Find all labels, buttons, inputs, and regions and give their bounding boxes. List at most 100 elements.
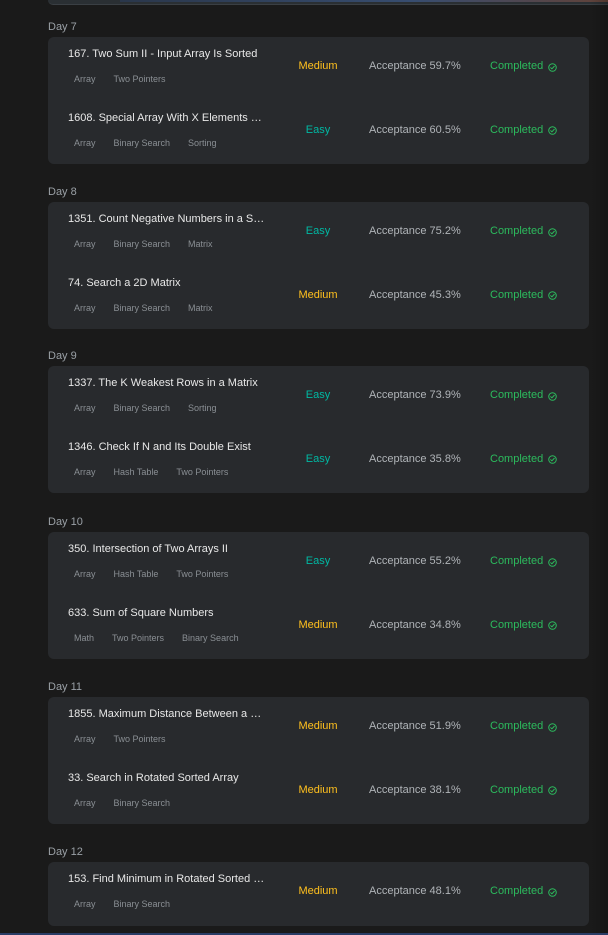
status-text: Completed: [490, 288, 544, 301]
difficulty-label: Easy: [305, 389, 331, 401]
problem-row[interactable]: 633. Sum of Square Numbers Math Two Pointe…: [48, 596, 589, 660]
difficulty-label: Medium: [298, 720, 338, 732]
scroll-shadow: [590, 0, 608, 935]
day-card: 1351. Count Negative Numbers in a S… Arra…: [48, 202, 589, 329]
day-card: 167. Two Sum II - Input Array Is Sorted A…: [48, 37, 589, 164]
topic-tag[interactable]: Math: [74, 632, 94, 644]
problem-title-link[interactable]: 1608. Special Array With X Elements …: [68, 111, 268, 125]
difficulty-label: Medium: [298, 288, 338, 301]
status-completed: Completed: [490, 452, 580, 466]
topic-tag[interactable]: Binary Search: [114, 302, 171, 314]
topic-tag-list: Array Binary Search Sorting: [74, 137, 235, 149]
acceptance-rate: Acceptance 73.9%: [369, 389, 461, 401]
problem-row[interactable]: 350. Intersection of Two Arrays II Array H…: [48, 532, 589, 596]
status-text: Completed: [490, 60, 544, 72]
problem-row[interactable]: 167. Two Sum II - Input Array Is Sorted A…: [48, 37, 589, 101]
problem-title-link[interactable]: 33. Search in Rotated Sorted Array: [68, 771, 268, 785]
topic-tag-list: Array Two Pointers: [74, 733, 184, 745]
problem-title-link[interactable]: 1855. Maximum Distance Between a …: [68, 707, 268, 721]
status-text: Completed: [490, 618, 544, 631]
check-circle-icon: [548, 454, 557, 464]
day-label: Day 9: [48, 350, 77, 362]
status-completed: Completed: [490, 224, 580, 238]
acceptance-rate: Acceptance 35.8%: [369, 452, 461, 465]
check-circle-icon: [548, 391, 557, 401]
topic-tag-list: Array Hash Table Two Pointers: [74, 466, 246, 478]
day-label: Day 8: [48, 186, 77, 198]
topic-tag[interactable]: Two Pointers: [112, 632, 164, 644]
topic-tag[interactable]: Binary Search: [114, 137, 171, 149]
acceptance-rate: Acceptance 59.7%: [369, 60, 461, 72]
problem-row[interactable]: 1855. Maximum Distance Between a … Array T…: [48, 697, 589, 761]
topic-tag[interactable]: Array: [74, 73, 96, 85]
topic-tag[interactable]: Hash Table: [114, 466, 159, 478]
topic-tag[interactable]: Matrix: [188, 238, 213, 250]
topic-tag[interactable]: Array: [74, 568, 96, 580]
status-text: Completed: [490, 783, 544, 796]
topic-tag[interactable]: Array: [74, 137, 96, 149]
problem-title-link[interactable]: 167. Two Sum II - Input Array Is Sorted: [68, 47, 268, 61]
topic-tag-list: Array Two Pointers: [74, 73, 184, 85]
problem-title-link[interactable]: 74. Search a 2D Matrix: [68, 276, 268, 290]
status-completed: Completed: [490, 783, 580, 797]
problem-title-link[interactable]: 1351. Count Negative Numbers in a S…: [68, 212, 268, 226]
topic-tag-list: Math Two Pointers Binary Search: [74, 632, 257, 644]
difficulty-label: Medium: [298, 60, 338, 72]
difficulty-label: Easy: [305, 123, 331, 136]
topic-tag[interactable]: Two Pointers: [176, 568, 228, 580]
topic-tag-list: Array Binary Search Matrix: [74, 302, 231, 314]
topic-tag[interactable]: Two Pointers: [176, 466, 228, 478]
acceptance-rate: Acceptance 45.3%: [369, 288, 461, 301]
topic-tag[interactable]: Binary Search: [114, 402, 171, 414]
topic-tag[interactable]: Array: [74, 466, 96, 478]
check-circle-icon: [548, 125, 557, 135]
topic-tag[interactable]: Two Pointers: [114, 73, 166, 85]
status-completed: Completed: [490, 554, 580, 568]
problem-row[interactable]: 1337. The K Weakest Rows in a Matrix Arra…: [48, 366, 589, 430]
topic-tag[interactable]: Sorting: [188, 137, 217, 149]
problem-row[interactable]: 74. Search a 2D Matrix Array Binary Search…: [48, 266, 589, 330]
problem-row[interactable]: 1608. Special Array With X Elements … Arr…: [48, 101, 589, 165]
status-text: Completed: [490, 720, 544, 732]
topic-tag[interactable]: Binary Search: [114, 238, 171, 250]
topic-tag[interactable]: Hash Table: [114, 568, 159, 580]
check-circle-icon: [548, 290, 557, 300]
acceptance-rate: Acceptance 48.1%: [369, 885, 461, 897]
topic-tag[interactable]: Array: [74, 797, 96, 809]
status-text: Completed: [490, 123, 544, 136]
status-completed: Completed: [490, 884, 580, 898]
status-completed: Completed: [490, 123, 580, 137]
topic-tag-list: Array Hash Table Two Pointers: [74, 568, 246, 580]
topic-tag[interactable]: Array: [74, 402, 96, 414]
topic-tag[interactable]: Array: [74, 238, 96, 250]
day-card: 153. Find Minimum in Rotated Sorted … Arr…: [48, 862, 589, 926]
problem-row[interactable]: 153. Find Minimum in Rotated Sorted … Arr…: [48, 862, 589, 926]
topic-tag[interactable]: Array: [74, 898, 96, 910]
topic-tag[interactable]: Two Pointers: [114, 733, 166, 745]
topic-tag-list: Array Binary Search Sorting: [74, 402, 235, 414]
problem-title-link[interactable]: 153. Find Minimum in Rotated Sorted …: [68, 872, 268, 886]
check-circle-icon: [548, 887, 557, 897]
status-text: Completed: [490, 452, 544, 465]
problem-title-link[interactable]: 1337. The K Weakest Rows in a Matrix: [68, 376, 268, 390]
status-text: Completed: [490, 389, 544, 401]
difficulty-label: Medium: [298, 783, 338, 796]
topic-tag[interactable]: Array: [74, 733, 96, 745]
topic-tag[interactable]: Sorting: [188, 402, 217, 414]
day-card: 1855. Maximum Distance Between a … Array T…: [48, 697, 589, 824]
topic-tag[interactable]: Array: [74, 302, 96, 314]
problem-row[interactable]: 33. Search in Rotated Sorted Array Array B…: [48, 761, 589, 825]
topic-tag[interactable]: Binary Search: [114, 898, 171, 910]
topic-tag[interactable]: Matrix: [188, 302, 213, 314]
problem-title-link[interactable]: 633. Sum of Square Numbers: [68, 606, 268, 620]
problem-row[interactable]: 1346. Check If N and Its Double Exist Arr…: [48, 430, 589, 494]
topic-tag[interactable]: Binary Search: [114, 797, 171, 809]
check-circle-icon: [548, 227, 557, 237]
problem-title-link[interactable]: 1346. Check If N and Its Double Exist: [68, 440, 268, 454]
problem-row[interactable]: 1351. Count Negative Numbers in a S… Arra…: [48, 202, 589, 266]
problem-title-link[interactable]: 350. Intersection of Two Arrays II: [68, 542, 268, 556]
topic-tag[interactable]: Binary Search: [182, 632, 239, 644]
day-card: 350. Intersection of Two Arrays II Array H…: [48, 532, 589, 659]
status-text: Completed: [490, 555, 544, 567]
acceptance-rate: Acceptance 60.5%: [369, 123, 461, 136]
